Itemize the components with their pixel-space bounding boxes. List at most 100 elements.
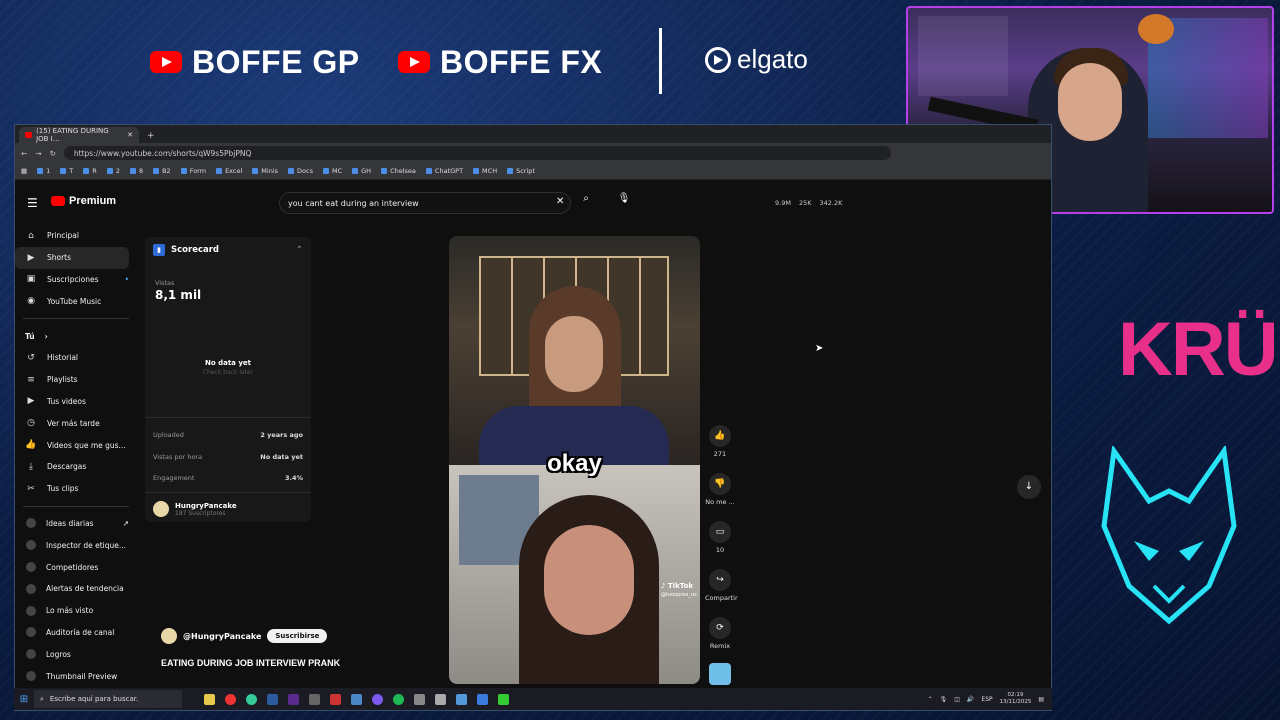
bookmark-item[interactable]: B2 <box>153 167 171 175</box>
reload-icon[interactable]: ↻ <box>50 149 56 158</box>
menu-icon[interactable]: ☰ <box>27 196 39 210</box>
app-icon[interactable] <box>309 693 320 705</box>
clear-search-icon[interactable]: ✕ <box>556 196 564 207</box>
sidebar-extension-item[interactable]: Auditoría de canal <box>15 622 139 644</box>
bookmark-item[interactable]: MCH <box>473 167 497 175</box>
bookmark-item[interactable]: GH <box>352 167 371 175</box>
sidebar-item[interactable]: 👍 Videos que me gus... <box>15 434 139 456</box>
app-icon[interactable] <box>225 693 236 705</box>
action-share[interactable]: ↪ Compartir <box>705 569 738 617</box>
sidebar-extension-item[interactable]: Competidores <box>15 556 139 578</box>
short-channel: @HungryPancake Suscribirse <box>161 628 328 644</box>
clock[interactable]: 02:19 13/11/2025 <box>1000 692 1032 705</box>
sidebar-item[interactable]: ◷ Ver más tarde <box>15 412 139 434</box>
short-title[interactable]: EATING DURING JOB INTERVIEW PRANK <box>161 658 340 668</box>
new-tab-button[interactable]: + <box>139 131 163 143</box>
scorecard-header[interactable]: ▮ Scorecard ⌃ <box>145 237 311 263</box>
bookmark-item[interactable]: 1 <box>37 167 50 175</box>
history-icon: ↺ <box>27 352 35 363</box>
shorts-icon: ▶ <box>27 252 35 263</box>
sidebar-item[interactable]: ↺ Historial <box>15 347 139 369</box>
sidebar-item-shorts[interactable]: ▶ Shorts <box>15 246 129 269</box>
sound-thumbnail[interactable] <box>709 663 731 685</box>
tiktok-watermark: ♪ TikTok @tooopree_us <box>661 582 697 598</box>
search-icon[interactable]: ⌕ <box>577 193 595 211</box>
file-explorer-icon[interactable] <box>204 693 215 705</box>
notifications-icon[interactable]: ▤ <box>1038 696 1044 703</box>
app-icon[interactable] <box>477 693 488 705</box>
bookmark-item[interactable]: T <box>60 167 73 175</box>
photoshop-icon[interactable] <box>267 693 278 705</box>
action-remix[interactable]: ⟳ Remix <box>705 617 735 665</box>
bookmark-item[interactable]: 8 <box>129 167 143 175</box>
bookmark-item[interactable]: Chelsea <box>381 167 416 175</box>
premiere-icon[interactable] <box>288 693 299 705</box>
sidebar-item[interactable]: ✂ Tus clips <box>15 478 139 500</box>
app-icon[interactable] <box>330 693 341 705</box>
brand-boffe-gp: BOFFE GP <box>150 40 360 84</box>
overlay-divider <box>659 28 662 94</box>
bookmark-item[interactable]: Docs <box>288 167 313 175</box>
sidebar-extension-item[interactable]: Lo más visto <box>15 600 139 622</box>
bookmark-item[interactable]: Script <box>507 167 535 175</box>
back-icon[interactable]: ← <box>21 149 27 158</box>
external-link-icon: ↗ <box>122 518 129 528</box>
sponsor-logo: elgato <box>705 44 808 75</box>
steam-icon[interactable] <box>351 693 362 705</box>
short-video-player[interactable]: okay ♪ TikTok @tooopree_us <box>449 236 700 684</box>
apps-grid-icon[interactable]: ▦ <box>21 167 27 175</box>
url-field[interactable]: https://www.youtube.com/shorts/qW9s5PbjP… <box>63 146 891 160</box>
browser-window: (15) EATING DURING JOB I… ✕ + ← → ↻ http… <box>14 124 1052 711</box>
chevron-up-icon[interactable]: ⌃ <box>296 245 303 255</box>
search-input[interactable]: you cant eat during an interview <box>279 192 571 214</box>
sidebar-item[interactable]: ≡ Playlists <box>15 369 139 391</box>
remix-icon: ⟳ <box>709 617 731 639</box>
windows-start-icon[interactable]: ⊞ <box>14 694 34 705</box>
sidebar-section-you[interactable]: Tú › <box>15 325 139 347</box>
forward-icon[interactable]: → <box>35 149 41 158</box>
sidebar-extension-item[interactable]: Logros <box>15 643 139 665</box>
youtube-premium-logo[interactable]: Premium <box>51 195 116 207</box>
app-icon[interactable] <box>414 693 425 705</box>
sidebar-item-principal[interactable]: ⌂ Principal <box>15 225 139 247</box>
channel-handle[interactable]: @HungryPancake <box>183 632 261 641</box>
app-icon[interactable] <box>498 693 509 705</box>
mic-icon[interactable]: 🎙 <box>940 696 948 703</box>
action-thumbs-up[interactable]: 👍 271 <box>705 425 735 473</box>
sidebar-extension-item[interactable]: Alertas de tendencia <box>15 578 139 600</box>
language-indicator[interactable]: ESP <box>981 696 992 703</box>
next-short-button[interactable]: ↓ <box>1017 475 1041 499</box>
browser-tab[interactable]: (15) EATING DURING JOB I… ✕ <box>19 127 139 143</box>
chrome-icon[interactable] <box>246 693 257 705</box>
spotify-icon[interactable] <box>393 693 404 705</box>
sidebar-extension-item[interactable]: Thumbnail Preview <box>15 665 139 687</box>
sidebar-item[interactable]: ▶ Tus videos <box>15 391 139 413</box>
video-bottom-frame <box>449 465 700 684</box>
avatar[interactable] <box>161 628 177 644</box>
sidebar-item-suscripciones[interactable]: ▣ Suscripciones • <box>15 269 139 291</box>
app-icon[interactable] <box>456 693 467 705</box>
bookmark-item[interactable]: Minis <box>252 167 278 175</box>
sidebar-extension-item[interactable]: Inspector de etique... <box>15 534 139 556</box>
discord-icon[interactable] <box>372 693 383 705</box>
subscribe-button[interactable]: Suscribirse <box>267 629 328 643</box>
action-thumbs-down[interactable]: 👎 No me ... <box>705 473 735 521</box>
bookmark-item[interactable]: R <box>83 167 97 175</box>
volume-icon[interactable]: 🔊 <box>967 696 974 703</box>
sidebar-item-youtube-music[interactable]: ◉ YouTube Music <box>15 290 139 312</box>
chevron-up-icon[interactable]: ⌃ <box>928 696 933 703</box>
scorecard-channel[interactable]: HungryPancake 187 Suscriptores <box>153 501 237 517</box>
sidebar-extension-item[interactable]: Ideas diarias ↗ <box>15 513 139 535</box>
taskbar-search[interactable]: ⌕ Escribe aquí para buscar. <box>34 690 182 708</box>
obs-icon[interactable] <box>435 693 446 705</box>
mic-icon[interactable]: 🎙 <box>615 193 633 211</box>
bookmark-item[interactable]: 2 <box>106 167 120 175</box>
wifi-icon[interactable]: ◫ <box>954 696 960 703</box>
bookmark-item[interactable]: Excel <box>216 167 242 175</box>
bookmark-item[interactable]: MC <box>322 167 342 175</box>
sidebar-item[interactable]: ⤓ Descargas <box>15 456 139 478</box>
bookmark-item[interactable]: Form <box>180 167 206 175</box>
bookmark-item[interactable]: ChatGPT <box>425 167 463 175</box>
action-comment[interactable]: ▭ 10 <box>705 521 735 569</box>
close-tab-icon[interactable]: ✕ <box>127 131 133 139</box>
